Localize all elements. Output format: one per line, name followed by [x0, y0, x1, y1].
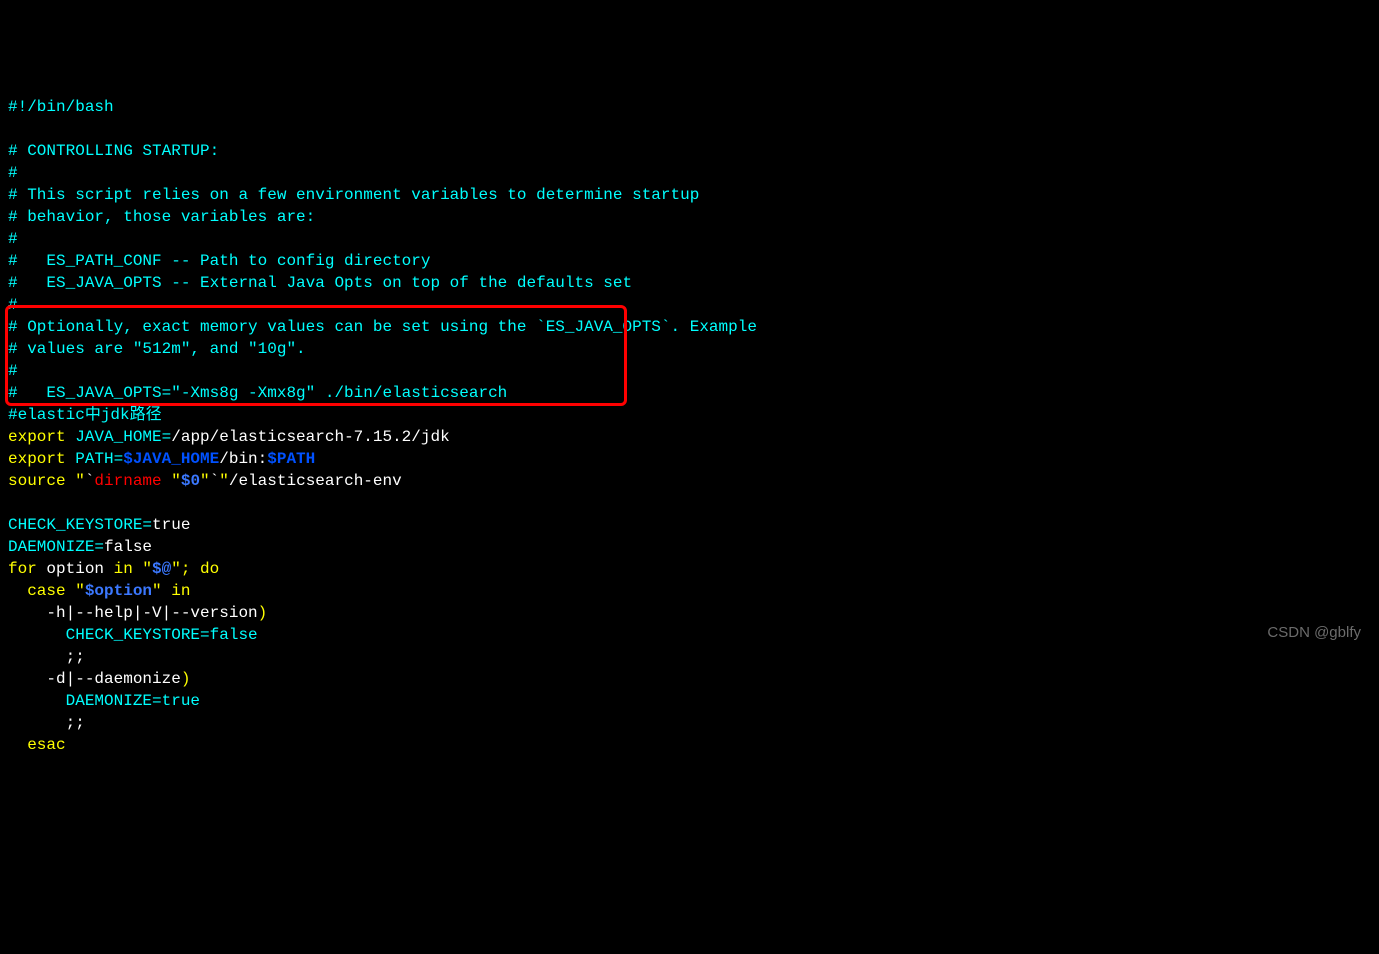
assignment: CHECK_KEYSTORE=false: [8, 626, 258, 644]
comment: # ES_JAVA_OPTS -- External Java Opts on …: [8, 274, 632, 292]
quote: ": [200, 472, 210, 490]
comment: #: [8, 362, 18, 380]
quote: ": [152, 582, 162, 600]
keyword-esac: esac: [8, 736, 66, 754]
quote: ": [171, 472, 181, 490]
keyword-source: source: [8, 472, 66, 490]
text: option: [37, 560, 114, 578]
case-pattern: -h|--help|-V|--version: [8, 604, 258, 622]
comment: # This script relies on a few environmen…: [8, 186, 699, 204]
quote: ": [171, 560, 181, 578]
var-ref: $@: [152, 560, 171, 578]
comment: #elastic中jdk路径: [8, 406, 162, 424]
case-end: ;;: [8, 714, 85, 732]
comment: # values are "512m", and "10g".: [8, 340, 306, 358]
paren: ): [181, 670, 191, 688]
comment: # ES_PATH_CONF -- Path to config directo…: [8, 252, 430, 270]
keyword-in: in: [114, 560, 133, 578]
keyword-do: ; do: [181, 560, 219, 578]
var-ref: $JAVA_HOME: [123, 450, 219, 468]
var-ref: $PATH: [267, 450, 315, 468]
var-assign: DAEMONIZE=: [8, 538, 104, 556]
comment: # behavior, those variables are:: [8, 208, 315, 226]
keyword-export: export: [8, 428, 66, 446]
var-ref: $option: [85, 582, 152, 600]
comment: #: [8, 164, 18, 182]
code-view: #!/bin/bash # CONTROLLING STARTUP: # # T…: [8, 96, 1371, 756]
quote: ": [66, 472, 85, 490]
keyword-case: case: [8, 582, 66, 600]
value: false: [104, 538, 152, 556]
var-assign: JAVA_HOME=: [66, 428, 172, 446]
quote: ": [219, 472, 229, 490]
keyword-for: for: [8, 560, 37, 578]
var-assign: PATH=: [66, 450, 124, 468]
value: true: [152, 516, 190, 534]
comment: # CONTROLLING STARTUP:: [8, 142, 219, 160]
comment: # ES_JAVA_OPTS="-Xms8g -Xmx8g" ./bin/ela…: [8, 384, 507, 402]
paren: ): [258, 604, 268, 622]
backtick: `: [85, 472, 95, 490]
keyword-in: in: [162, 582, 191, 600]
path-value: /elasticsearch-env: [229, 472, 402, 490]
assignment: DAEMONIZE=true: [8, 692, 200, 710]
keyword-export: export: [8, 450, 66, 468]
case-end: ;;: [8, 648, 85, 666]
command: dirname: [94, 472, 171, 490]
path-value: /app/elasticsearch-7.15.2/jdk: [171, 428, 449, 446]
text: /bin:: [219, 450, 267, 468]
shebang: #!/bin/bash: [8, 98, 114, 116]
quote: ": [133, 560, 152, 578]
quote: ": [66, 582, 85, 600]
comment: #: [8, 230, 18, 248]
var-ref: $0: [181, 472, 200, 490]
var-assign: CHECK_KEYSTORE=: [8, 516, 152, 534]
case-pattern: -d|--daemonize: [8, 670, 181, 688]
comment: #: [8, 296, 18, 314]
watermark-text: CSDN @gblfy: [1267, 622, 1361, 644]
backtick: `: [210, 472, 220, 490]
comment: # Optionally, exact memory values can be…: [8, 318, 757, 336]
